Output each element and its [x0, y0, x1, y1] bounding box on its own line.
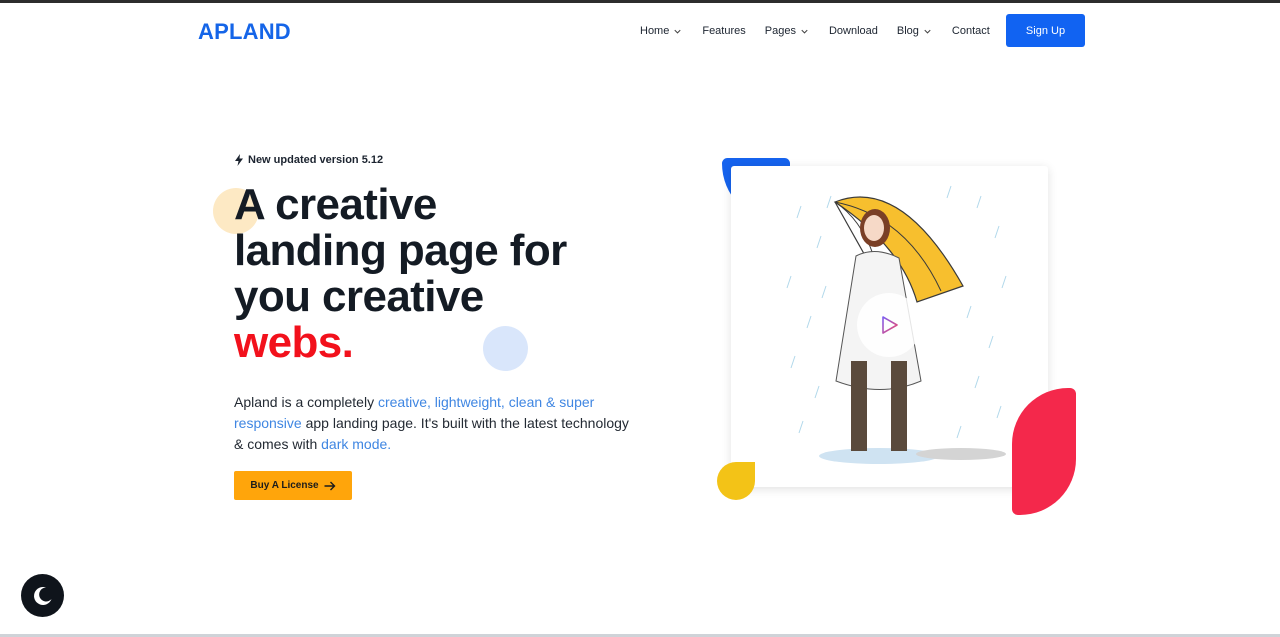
- nav-item-label: Pages: [764, 25, 796, 37]
- nav-item-download[interactable]: Download: [829, 24, 878, 38]
- headline-line: you creative: [234, 272, 484, 321]
- dark-mode-toggle[interactable]: [21, 574, 64, 617]
- arrow-right-icon: [324, 481, 336, 490]
- moon-icon: [33, 586, 51, 605]
- nav-item-label: Download: [828, 25, 878, 37]
- decorative-shape-yellow: [717, 462, 755, 500]
- version-text: New updated version 5.12: [248, 154, 384, 166]
- buy-license-button[interactable]: Buy A License: [234, 471, 352, 500]
- version-badge: New updated version 5.12: [234, 154, 383, 166]
- nav-item-features[interactable]: Features: [702, 24, 745, 38]
- buy-license-label: Buy A License: [250, 480, 319, 491]
- chevron-down-icon: [924, 29, 931, 34]
- main-nav: Home Features Pages Download Blog Contac…: [640, 24, 990, 38]
- chevron-down-icon: [674, 29, 681, 34]
- nav-item-pages[interactable]: Pages: [765, 24, 810, 38]
- nav-item-label: Home: [640, 25, 670, 37]
- lightning-bolt-icon: [235, 154, 243, 166]
- dark-mode-link[interactable]: dark mode.: [321, 436, 391, 452]
- nav-item-label: Blog: [896, 25, 919, 37]
- chevron-down-icon: [801, 29, 808, 34]
- description-text: Apland is a completely: [234, 394, 378, 410]
- sign-up-button[interactable]: Sign Up: [1006, 14, 1085, 47]
- play-video-button[interactable]: [857, 293, 921, 357]
- headline-accent: webs.: [234, 318, 354, 367]
- hero-description: Apland is a completely creative, lightwe…: [234, 392, 634, 455]
- logo[interactable]: APLAND: [198, 19, 291, 45]
- nav-item-label: Contact: [951, 25, 990, 37]
- nav-item-home[interactable]: Home: [640, 24, 683, 38]
- hero-headline: A creative landing page for you creative…: [234, 182, 654, 366]
- hero-video-card: [731, 166, 1048, 487]
- nav-item-contact[interactable]: Contact: [952, 24, 990, 38]
- play-icon: [882, 316, 898, 334]
- nav-item-blog[interactable]: Blog: [897, 24, 933, 38]
- window-top-border: [0, 0, 1280, 3]
- nav-item-label: Features: [702, 25, 746, 37]
- headline-line: landing page for: [234, 226, 567, 275]
- headline-line: A creative: [234, 180, 437, 229]
